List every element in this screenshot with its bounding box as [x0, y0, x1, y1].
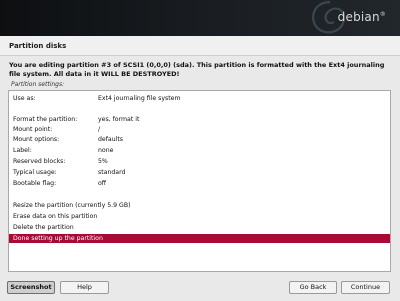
setting-label[interactable]: Label: none [9, 146, 390, 155]
partition-settings-label: Partition settings: [11, 81, 65, 88]
setting-value: none [98, 147, 114, 154]
setting-key: Typical usage: [13, 169, 57, 176]
setting-value: defaults [98, 136, 123, 143]
setting-reserved-blocks[interactable]: Reserved blocks: 5% [9, 157, 390, 166]
screenshot-button[interactable]: Screenshot [7, 281, 55, 294]
setting-value: Ext4 journaling file system [98, 95, 181, 102]
setting-format[interactable]: Format the partition: yes, format it [9, 115, 390, 124]
setting-typical-usage[interactable]: Typical usage: standard [9, 168, 390, 177]
partition-warning: You are editing partition #3 of SCSI1 (0… [9, 61, 385, 78]
setting-key: Use as: [13, 95, 36, 102]
setting-value: off [98, 180, 107, 187]
debian-banner: debian® [0, 0, 400, 36]
setting-mount-point[interactable]: Mount point: / [9, 125, 390, 134]
setting-key: Format the partition: [13, 116, 78, 123]
setting-value: standard [98, 169, 126, 176]
action-resize-partition[interactable]: Resize the partition (currently 5.9 GB) [9, 201, 390, 210]
trademark-mark: ® [379, 11, 386, 18]
setting-value: / [98, 126, 101, 133]
action-erase-data[interactable]: Erase data on this partition [9, 212, 390, 221]
setting-value: yes, format it [98, 116, 140, 123]
continue-button[interactable]: Continue [341, 281, 390, 294]
setting-mount-options[interactable]: Mount options: defaults [9, 135, 390, 144]
window-title: Partition disks [0, 36, 400, 56]
setting-key: Reserved blocks: [13, 158, 66, 165]
debian-logo: debian® [338, 10, 386, 24]
setting-bootable-flag[interactable]: Bootable flag: off [9, 179, 390, 188]
partition-settings-list[interactable]: Use as: Ext4 journaling file system Form… [8, 90, 391, 272]
setting-key: Mount options: [13, 136, 60, 143]
help-button[interactable]: Help [60, 281, 109, 294]
go-back-button[interactable]: Go Back [289, 281, 337, 294]
setting-use-as[interactable]: Use as: Ext4 journaling file system [9, 94, 390, 103]
setting-value: 5% [98, 158, 108, 165]
action-done-setting-up[interactable]: Done setting up the partition [9, 234, 390, 243]
setting-key: Mount point: [13, 126, 53, 133]
action-delete-partition[interactable]: Delete the partition [9, 223, 390, 232]
setting-key: Bootable flag: [13, 180, 57, 187]
debian-wordmark: debian [337, 10, 380, 24]
setting-key: Label: [13, 147, 32, 154]
